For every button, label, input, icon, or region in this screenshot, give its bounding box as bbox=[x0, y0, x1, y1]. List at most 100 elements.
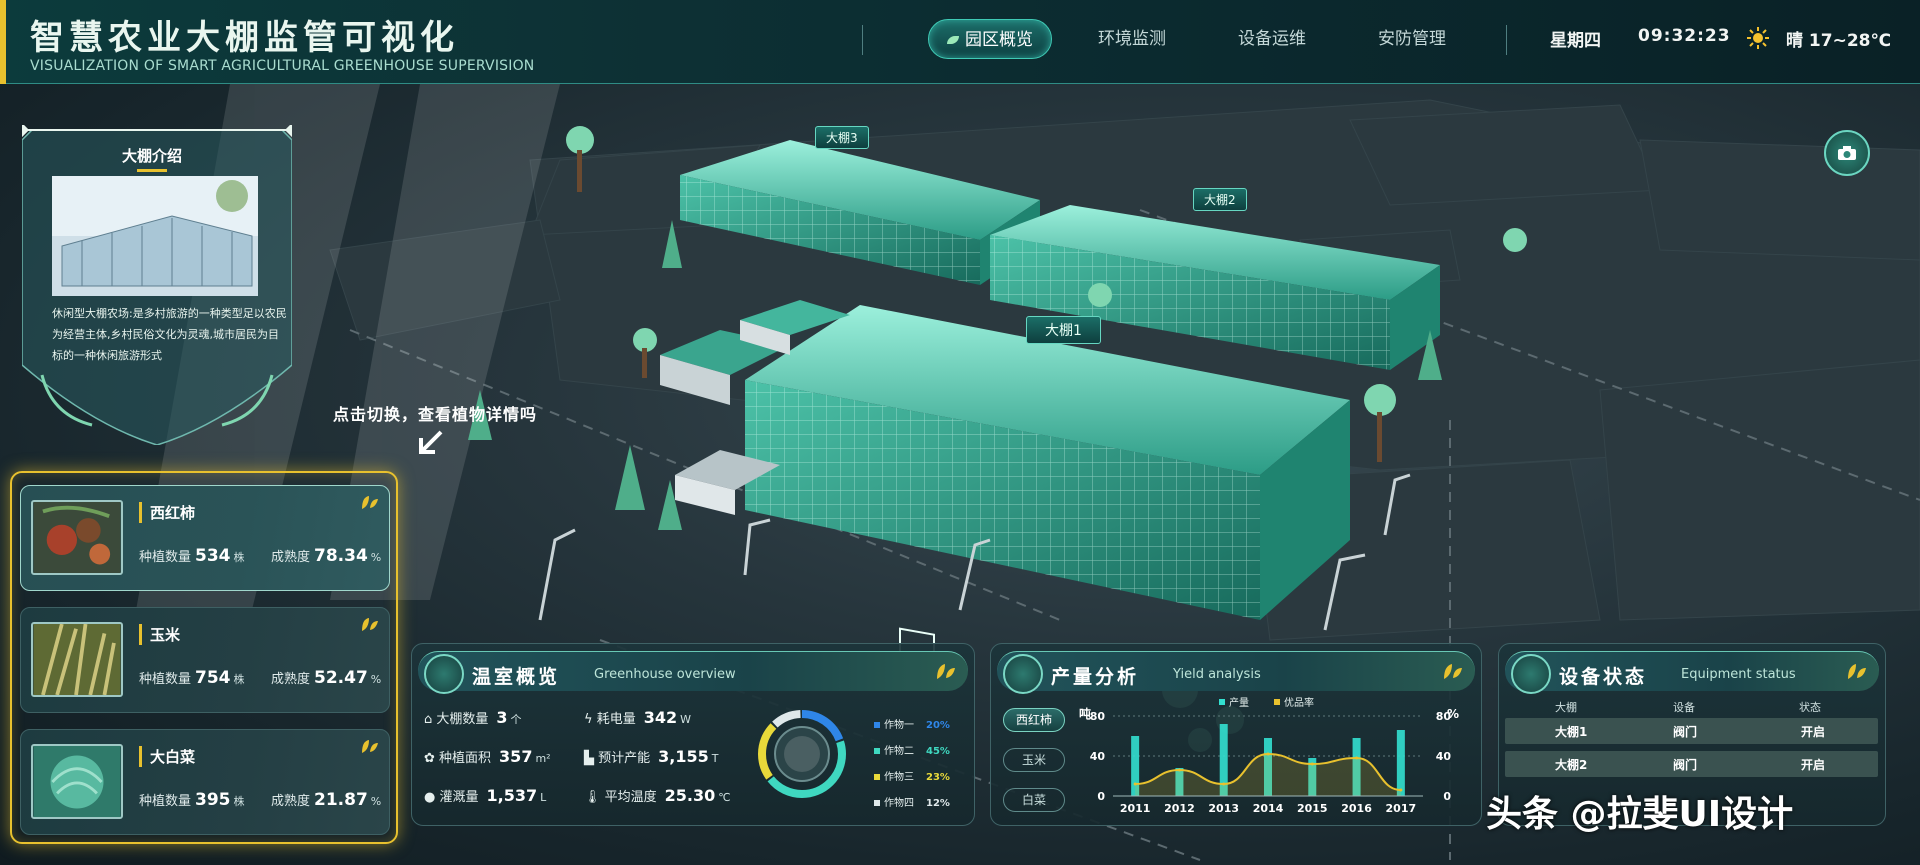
stat-greenhouse-count: ⌂ 大棚数量 3 个 bbox=[424, 708, 522, 727]
crop-name: 大白菜 bbox=[139, 746, 195, 767]
legend-item: 作物一 20% bbox=[874, 716, 950, 731]
stat-expected-capacity: ▙ 预计产能 3,155 T bbox=[584, 747, 719, 766]
stat-power-usage: ϟ 耗电量 342 W bbox=[584, 708, 692, 727]
legend-value: 12% bbox=[926, 798, 950, 809]
tab-equipment-maintenance[interactable]: 设备运维 bbox=[1222, 19, 1322, 59]
yield-analysis-panel: 产量分析 Yield analysis 西红柿 玉米 白菜 产量 优品率吨% 0 40… bbox=[990, 643, 1482, 826]
arrow-down-left-icon bbox=[419, 430, 443, 454]
legend-label: 作物四 bbox=[884, 798, 914, 809]
leaf-icon bbox=[1848, 664, 1866, 679]
crop-share-donut bbox=[758, 710, 846, 798]
crop-card-cabbage[interactable]: 大白菜 种植数量 395 株 成熟度 21.87% bbox=[20, 729, 390, 835]
source-watermark: 头条 @拉斐UI设计 bbox=[1486, 794, 1794, 835]
quality-point-2017 bbox=[1399, 788, 1403, 792]
switch-hint-text: 点击切换，查看植物详情吗 bbox=[333, 405, 538, 424]
greenhouse-2-label[interactable]: 大棚2 bbox=[1193, 188, 1247, 211]
crop-card-corn[interactable]: 玉米 种植数量 754 株 成熟度 52.47% bbox=[20, 607, 390, 713]
greenhouse-3-label[interactable]: 大棚3 bbox=[815, 126, 869, 149]
x-tick: 2012 bbox=[1164, 802, 1195, 815]
table-row[interactable]: 大棚1 阀门 开启 bbox=[1505, 718, 1878, 744]
quality-point-2012 bbox=[1177, 768, 1181, 772]
leaf-badge-icon bbox=[1003, 654, 1043, 694]
intro-description: 休闲型大棚农场:是多村旅游的一种类型足以农民为经营主体,乡村民俗文化为灵魂,城市… bbox=[52, 307, 287, 362]
sun-icon bbox=[1747, 27, 1769, 49]
tomato-image bbox=[31, 500, 123, 575]
panel-header: 设备状态 Equipment status bbox=[1505, 651, 1879, 694]
greenhouse-overview-panel: 温室概览 Greenhouse overview ⌂ 大棚数量 3 个 ϟ 耗电量 3… bbox=[411, 643, 975, 826]
leaf-badge-icon bbox=[1511, 654, 1551, 694]
panel-subtitle: Greenhouse overview bbox=[594, 667, 736, 682]
legend-swatch-quality bbox=[1274, 699, 1280, 705]
panel-header: 产量分析 Yield analysis bbox=[997, 651, 1475, 694]
y-tick-right: 80 bbox=[1436, 710, 1452, 723]
legend-swatch bbox=[874, 800, 880, 806]
maturity-rate: 成熟度 52.47% bbox=[271, 668, 382, 688]
legend-value: 23% bbox=[926, 772, 950, 783]
clock-text: 09:32:23 bbox=[1638, 26, 1731, 46]
legend-swatch bbox=[874, 722, 880, 728]
table-cell: 大棚1 bbox=[1555, 725, 1588, 739]
crop-name: 西红柿 bbox=[139, 502, 195, 523]
camera-icon bbox=[1838, 146, 1856, 160]
table-cell: 阀门 bbox=[1673, 725, 1698, 739]
planted-count: 种植数量 395 株 bbox=[139, 790, 245, 810]
yield-tab-cabbage[interactable]: 白菜 bbox=[1003, 788, 1065, 812]
header-divider bbox=[1506, 25, 1507, 55]
legend-label: 作物一 bbox=[884, 720, 914, 731]
header-divider bbox=[862, 25, 863, 55]
panel-title: 温室概览 bbox=[472, 666, 561, 688]
quality-point-2014 bbox=[1266, 752, 1270, 756]
house-icon: ⌂ bbox=[424, 712, 437, 727]
column-header: 大棚 bbox=[1555, 701, 1577, 714]
tab-park-overview[interactable]: 园区概览 bbox=[928, 19, 1052, 59]
greenhouse-intro-card: 大棚介绍 休闲型大棚农场:是多村旅游的一种类型足以农民为经营主体,乡村民俗文化为… bbox=[22, 125, 292, 445]
quality-point-2013 bbox=[1222, 782, 1226, 786]
column-header: 状态 bbox=[1799, 701, 1821, 714]
leaf-icon bbox=[1444, 664, 1462, 679]
crop-card-tomato[interactable]: 西红柿 种植数量 534 株 成熟度 78.34% bbox=[20, 485, 390, 591]
corn-image bbox=[31, 622, 123, 697]
tab-security-management[interactable]: 安防管理 bbox=[1362, 19, 1462, 59]
page-subtitle: VISUALIZATION OF SMART AGRICULTURAL GREE… bbox=[30, 58, 535, 74]
y-tick-left: 0 bbox=[1097, 790, 1105, 803]
factory-icon: ▙ bbox=[584, 751, 599, 766]
tab-environment-monitoring[interactable]: 环境监测 bbox=[1082, 19, 1182, 59]
y-tick-left: 40 bbox=[1090, 750, 1106, 763]
yield-tab-corn[interactable]: 玉米 bbox=[1003, 748, 1065, 772]
maturity-rate: 成熟度 78.34% bbox=[271, 546, 382, 566]
table-row[interactable]: 大棚2 阀门 开启 bbox=[1505, 751, 1878, 777]
panel-header: 温室概览 Greenhouse overview bbox=[418, 651, 968, 694]
crop-name: 玉米 bbox=[139, 624, 180, 645]
leaf-icon bbox=[362, 618, 378, 631]
plant-icon: ✿ bbox=[424, 751, 440, 766]
quality-area bbox=[1135, 754, 1401, 796]
screenshot-button[interactable] bbox=[1824, 130, 1870, 176]
legend-value: 20% bbox=[926, 720, 950, 731]
page-title: 智慧农业大棚监管可视化 bbox=[30, 18, 459, 58]
yield-tab-tomato[interactable]: 西红柿 bbox=[1003, 708, 1065, 732]
legend-label-output: 产量 bbox=[1229, 696, 1249, 709]
yield-chart[interactable]: 产量 优品率吨 %04080040802011 2012 2013 2014 2015 201… bbox=[1071, 694, 1471, 824]
legend-swatch bbox=[874, 774, 880, 780]
legend-label: 作物三 bbox=[884, 772, 914, 783]
leaf-badge-icon bbox=[424, 654, 464, 694]
legend-item: 作物四 12% bbox=[874, 794, 950, 809]
greenhouse-1-label[interactable]: 大棚1 bbox=[1026, 316, 1101, 344]
legend-value: 45% bbox=[926, 746, 950, 757]
header-accent-bar bbox=[0, 0, 6, 84]
panel-subtitle: Equipment status bbox=[1681, 667, 1796, 682]
maturity-rate: 成熟度 21.87% bbox=[271, 790, 382, 810]
tab-label: 园区概览 bbox=[965, 30, 1033, 50]
panel-title: 设备状态 bbox=[1559, 666, 1648, 688]
legend-label-quality: 优品率 bbox=[1284, 696, 1314, 709]
legend-item: 作物二 45% bbox=[874, 742, 950, 757]
weather-text: 晴 17~28℃ bbox=[1786, 31, 1892, 51]
leaf-icon bbox=[937, 664, 955, 679]
top-header: 智慧农业大棚监管可视化 VISUALIZATION OF SMART AGRIC… bbox=[0, 0, 1920, 84]
legend-swatch bbox=[874, 748, 880, 754]
legend-label: 作物二 bbox=[884, 746, 914, 757]
y-tick-left: 80 bbox=[1090, 710, 1106, 723]
legend-item: 作物三 23% bbox=[874, 768, 950, 783]
crop-list-panel: 西红柿 种植数量 534 株 成熟度 78.34% 玉米 种植数量 754 株 成熟度 52… bbox=[10, 471, 398, 844]
cabbage-image bbox=[31, 744, 123, 819]
